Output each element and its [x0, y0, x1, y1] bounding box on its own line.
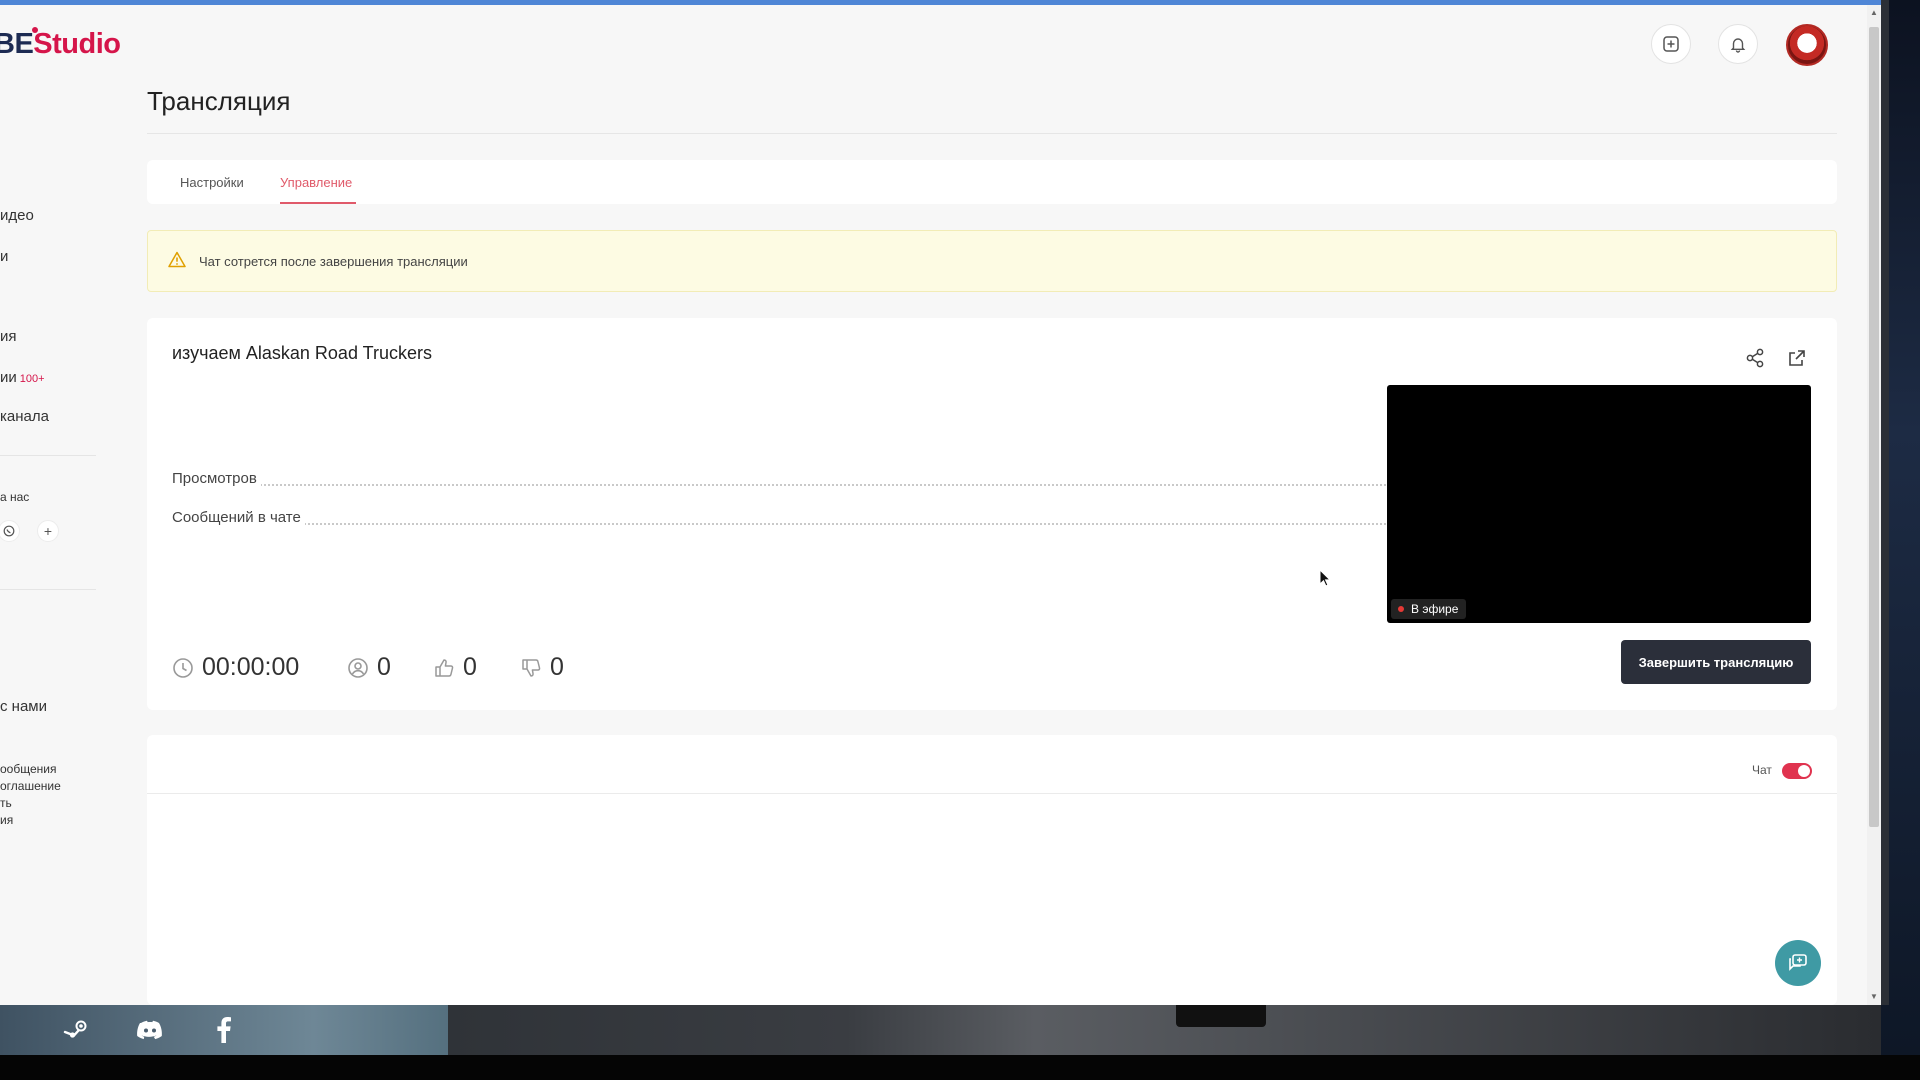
sidebar-item-videos[interactable]: идео: [0, 207, 34, 224]
stat-views-row: Просмотров 0: [172, 470, 1472, 490]
active-tab-indicator: [280, 202, 356, 204]
social-more-button[interactable]: +: [37, 520, 59, 542]
chat-toggle-label: Чат: [1752, 763, 1772, 777]
sidebar-divider: [0, 589, 96, 590]
tab-bar: Настройки Управление: [147, 160, 1837, 204]
thumb-down-icon: [522, 658, 541, 677]
dislikes-value: 0: [550, 653, 564, 681]
window-top-accent: [0, 0, 1881, 5]
dislikes-counter: 0: [520, 653, 564, 682]
title-divider: [147, 133, 1837, 134]
facebook-icon[interactable]: [210, 1017, 238, 1043]
sidebar-item-3[interactable]: ия: [0, 328, 17, 345]
stat-chat-messages-row: Сообщений в чате 0: [172, 509, 1472, 529]
sidebar-item-label: ия: [0, 328, 17, 345]
tab-management[interactable]: Управление: [280, 175, 352, 190]
plus-icon: +: [43, 523, 53, 539]
notifications-button[interactable]: [1718, 24, 1758, 64]
sidebar-item-2[interactable]: и: [0, 248, 8, 265]
taskbar: [0, 1005, 1881, 1055]
social-button-1[interactable]: [0, 520, 20, 542]
sidebar-item-channel[interactable]: канала: [0, 408, 49, 425]
count-badge: 100+: [19, 373, 45, 385]
add-content-icon: [1663, 36, 1679, 52]
likes-counter: 0: [433, 653, 477, 682]
social-icon: [3, 525, 15, 537]
viewers-value: 0: [377, 653, 391, 681]
warning-text: Чат сотрется после завершения трансляции: [199, 254, 468, 269]
dotted-leader: [172, 523, 1442, 525]
studio-logo[interactable]: BE Studio: [0, 27, 121, 61]
follow-label: а нас: [0, 490, 30, 504]
discord-icon[interactable]: [136, 1017, 164, 1043]
page-title: Трансляция: [147, 86, 291, 116]
logo-dot: [32, 27, 38, 33]
chat-toggle[interactable]: [1782, 763, 1812, 779]
chat-divider: [147, 793, 1837, 794]
sidebar-item-label: и: [0, 248, 9, 265]
tab-settings[interactable]: Настройки: [180, 175, 244, 190]
clock-icon: [173, 657, 193, 678]
scroll-down-icon[interactable]: ▼: [1870, 993, 1878, 1001]
taskbar-notch: [1176, 1005, 1266, 1027]
stream-card: изучаем Alaskan Road Truckers Просмотров…: [147, 318, 1837, 710]
scroll-up-icon[interactable]: ▲: [1870, 9, 1878, 17]
mouse-cursor-icon: [1319, 569, 1331, 587]
sidebar-item-label: ии: [0, 369, 17, 386]
end-stream-button[interactable]: Завершить трансляцию: [1621, 640, 1811, 684]
logo-text-left: BE: [0, 28, 34, 60]
chat-support-icon: [1789, 954, 1807, 971]
chat-card: Чат: [147, 735, 1837, 1005]
sidebar-item-comments[interactable]: ии 100+: [0, 369, 45, 386]
add-content-button[interactable]: [1651, 24, 1691, 64]
footer-link[interactable]: оглашение: [0, 779, 61, 793]
stat-label: Просмотров: [172, 470, 261, 487]
window-edge: [1881, 0, 1889, 1005]
warning-banner: Чат сотрется после завершения трансляции: [147, 230, 1837, 292]
dotted-leader: [172, 484, 1442, 486]
scroll-thumb[interactable]: [1869, 27, 1879, 827]
viewers-counter: 0: [347, 653, 391, 682]
avatar[interactable]: [1786, 24, 1828, 66]
stat-label: Сообщений в чате: [172, 509, 305, 526]
footer-link[interactable]: ия: [0, 813, 13, 827]
footer-link[interactable]: ть: [0, 796, 12, 810]
toggle-knob: [1798, 765, 1810, 777]
likes-value: 0: [463, 653, 477, 681]
viewer-icon: [348, 657, 368, 678]
scrollbar[interactable]: ▲ ▼: [1867, 5, 1881, 1005]
stream-title: изучаем Alaskan Road Truckers: [172, 343, 432, 363]
sidebar-divider: [0, 455, 96, 456]
live-badge: В эфире: [1391, 599, 1467, 619]
logo-text-right: Studio: [33, 28, 121, 60]
sidebar-item-label: канала: [0, 408, 49, 425]
screen-bottom-bar: [0, 1055, 1920, 1080]
help-chat-button[interactable]: [1775, 940, 1821, 986]
footer-link[interactable]: ообщения: [0, 762, 56, 776]
steam-icon[interactable]: [62, 1017, 90, 1043]
duration-value: 00:00:00: [202, 653, 300, 681]
browser-window: BE Studio идео и ия ии 100+ канала а нас +…: [0, 0, 1881, 1005]
sidebar-item-label: идео: [0, 207, 34, 224]
thumb-up-icon: [435, 658, 454, 677]
warning-icon: [168, 251, 186, 268]
stream-preview[interactable]: В эфире: [1387, 385, 1811, 623]
share-icon[interactable]: [1743, 346, 1767, 370]
external-link-icon[interactable]: [1785, 346, 1809, 370]
duration-counter: 00:00:00: [172, 653, 299, 682]
contact-link[interactable]: с нами: [0, 698, 47, 715]
bell-icon: [1730, 38, 1746, 53]
